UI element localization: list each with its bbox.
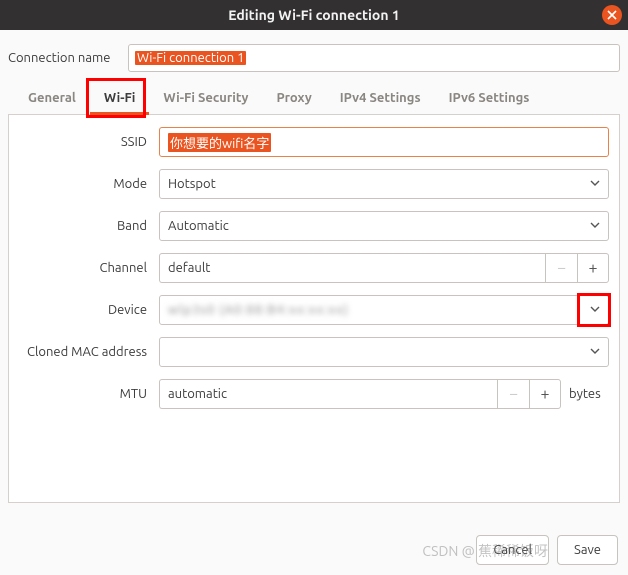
titlebar: Editing Wi-Fi connection 1 — [0, 0, 628, 30]
tab-wifi[interactable]: Wi-Fi — [90, 82, 150, 114]
mtu-stepper: automatic − + — [159, 379, 561, 409]
mtu-minus-button[interactable]: − — [497, 379, 529, 409]
chevron-down-icon — [590, 219, 600, 233]
tab-ipv6-settings[interactable]: IPv6 Settings — [435, 82, 544, 114]
close-button[interactable] — [602, 5, 622, 25]
chevron-down-icon — [590, 345, 600, 359]
cancel-button[interactable]: Cancel — [476, 535, 549, 565]
mtu-label: MTU — [19, 387, 159, 401]
band-value: Automatic — [168, 219, 229, 233]
window-title: Editing Wi-Fi connection 1 — [228, 7, 400, 23]
chevron-down-icon — [590, 303, 600, 317]
ssid-label: SSID — [19, 135, 159, 149]
mode-row: Mode Hotspot — [19, 169, 609, 199]
connection-name-value: Wi-Fi connection 1 — [135, 51, 246, 65]
device-row: Device wlp3s0 (A0:88:B4:xx:xx:xx) — [19, 295, 609, 325]
tab-proxy[interactable]: Proxy — [262, 82, 325, 114]
channel-minus-button[interactable]: − — [545, 253, 577, 283]
band-label: Band — [19, 219, 159, 233]
cloned-mac-row: Cloned MAC address — [19, 337, 609, 367]
tab-general[interactable]: General — [14, 82, 90, 114]
mtu-plus-button[interactable]: + — [529, 379, 561, 409]
cloned-mac-combo[interactable] — [159, 337, 609, 367]
channel-row: Channel default − + — [19, 253, 609, 283]
mtu-unit: bytes — [569, 387, 609, 401]
device-value: wlp3s0 (A0:88:B4:xx:xx:xx) — [168, 303, 349, 317]
band-row: Band Automatic — [19, 211, 609, 241]
cloned-mac-label: Cloned MAC address — [19, 345, 159, 359]
connection-name-input[interactable]: Wi-Fi connection 1 — [128, 44, 620, 72]
tabs: General Wi-Fi Wi-Fi Security Proxy IPv4 … — [8, 82, 620, 115]
mode-combo[interactable]: Hotspot — [159, 169, 609, 199]
close-icon — [607, 7, 617, 23]
tab-ipv4-settings[interactable]: IPv4 Settings — [326, 82, 435, 114]
footer-buttons: Cancel Save — [476, 535, 618, 565]
mtu-row: MTU automatic − + bytes — [19, 379, 609, 409]
content-area: Connection name Wi-Fi connection 1 Gener… — [0, 30, 628, 503]
device-label: Device — [19, 303, 159, 317]
chevron-down-icon — [590, 177, 600, 191]
connection-name-label: Connection name — [8, 51, 128, 65]
channel-stepper: default − + — [159, 253, 609, 283]
ssid-value: 你想要的wifi名字 — [168, 133, 271, 152]
device-combo[interactable]: wlp3s0 (A0:88:B4:xx:xx:xx) — [159, 295, 609, 325]
band-combo[interactable]: Automatic — [159, 211, 609, 241]
channel-label: Channel — [19, 261, 159, 275]
tab-wifi-security[interactable]: Wi-Fi Security — [149, 82, 262, 114]
channel-plus-button[interactable]: + — [577, 253, 609, 283]
ssid-row: SSID 你想要的wifi名字 — [19, 127, 609, 157]
mode-value: Hotspot — [168, 177, 216, 191]
wifi-panel: SSID 你想要的wifi名字 Mode Hotspot Band Automa… — [8, 115, 620, 503]
mtu-input[interactable]: automatic — [159, 379, 497, 409]
ssid-input[interactable]: 你想要的wifi名字 — [159, 127, 609, 157]
connection-name-row: Connection name Wi-Fi connection 1 — [8, 44, 620, 72]
save-button[interactable]: Save — [557, 535, 618, 565]
mode-label: Mode — [19, 177, 159, 191]
channel-input[interactable]: default — [159, 253, 545, 283]
